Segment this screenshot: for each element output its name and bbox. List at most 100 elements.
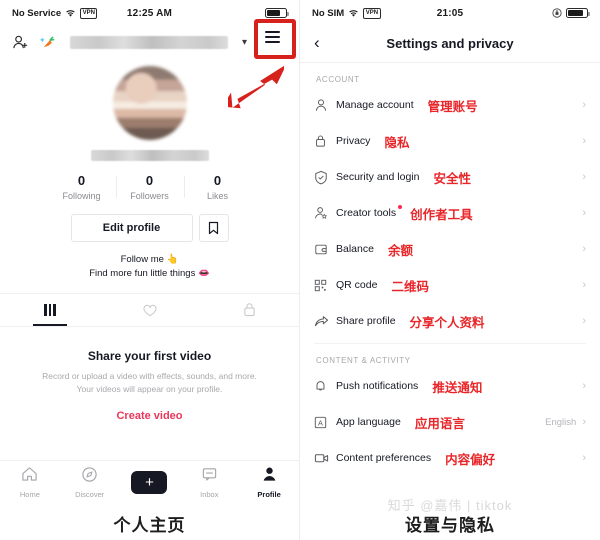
chevron-down-icon[interactable]: ▾ (242, 37, 247, 48)
status-right-group (552, 7, 590, 19)
row-label-en: Creator tools (336, 205, 403, 219)
settings-row-share-profile[interactable]: Share profile 分享个人资料 › (300, 303, 600, 339)
rotation-lock-icon (552, 8, 562, 18)
stat-label: Followers (130, 191, 169, 201)
settings-row-creator-tools[interactable]: Creator tools 创作者工具 › (300, 195, 600, 231)
profile-actions: Edit profile (0, 214, 299, 242)
add-person-icon[interactable] (12, 34, 29, 51)
settings-row-security-and-login[interactable]: Security and login 安全性 › (300, 159, 600, 195)
page-title: Settings and privacy (386, 35, 514, 51)
annotation-arrow (228, 64, 284, 109)
row-label-text: Creator tools (336, 207, 397, 219)
row-label-cn: 推送通知 (432, 380, 483, 395)
row-label-cn: 安全性 (433, 171, 471, 186)
row-label-cn: 应用语言 (414, 416, 465, 431)
tab-private[interactable] (199, 294, 299, 326)
username-redacted (70, 35, 228, 49)
stat-count: 0 (213, 173, 222, 188)
chevron-right-icon: › (582, 279, 586, 291)
stat-label: Likes (206, 191, 228, 201)
video-camera-icon (314, 452, 336, 464)
row-label-en: Balance (336, 243, 374, 255)
edit-profile-button[interactable]: Edit profile (70, 214, 193, 242)
hamburger-menu-button[interactable] (265, 31, 280, 43)
row-label-cn: 隐私 (384, 135, 410, 150)
nav-label: Inbox (200, 489, 219, 499)
bottom-navigation: Home Discover + Inbox Profile (0, 460, 299, 504)
empty-description: Record or upload a video with effects, s… (42, 370, 257, 394)
section-label-account: ACCOUNT (316, 75, 360, 84)
back-button[interactable]: ‹ (314, 33, 320, 53)
lock-icon (243, 303, 255, 317)
stat-count: 0 (145, 173, 154, 188)
bio-line-2: Find more fun little things 👄 (89, 267, 210, 279)
row-label-en: Privacy (336, 135, 371, 147)
wallet-icon (314, 243, 336, 256)
qr-code-icon (314, 279, 336, 292)
nav-profile[interactable]: Profile (239, 466, 299, 499)
stat-label: Following (62, 191, 101, 201)
comparison-stage: No Service VPN 12:25 AM ▾ 0 Following 0 … (0, 0, 600, 540)
carrot-icon[interactable] (39, 34, 56, 51)
chevron-right-icon: › (582, 207, 586, 219)
stat-likes[interactable]: 0 Likes (183, 173, 252, 201)
nav-create[interactable]: + (120, 471, 180, 494)
stat-count: 0 (77, 173, 86, 188)
tab-liked[interactable] (100, 294, 200, 326)
bookmark-icon (208, 221, 219, 235)
settings-row-qr-code[interactable]: QR code 二维码 › (300, 267, 600, 303)
row-label-en: Share profile (336, 315, 396, 327)
tab-videos[interactable] (0, 294, 100, 326)
language-a-icon: A (314, 416, 336, 429)
shield-check-icon (314, 170, 336, 185)
row-label-cn: 内容偏好 (445, 452, 496, 467)
avatar[interactable] (112, 66, 187, 140)
person-icon (314, 98, 336, 112)
person-filled-icon (263, 467, 275, 481)
bookmark-button[interactable] (198, 214, 229, 242)
row-label-cn: 创作者工具 (410, 207, 473, 222)
settings-row-content-preferences[interactable]: Content preferences 内容偏好 › (300, 440, 600, 476)
right-caption: 设置与隐私 (405, 516, 495, 535)
empty-state: Share your first video Record or upload … (0, 327, 299, 422)
bell-icon (314, 379, 336, 393)
status-right-group (265, 7, 289, 19)
settings-row-balance[interactable]: Balance 余额 › (300, 231, 600, 267)
row-label-cn: 管理账号 (427, 99, 478, 114)
left-caption: 个人主页 (113, 516, 186, 535)
handle-redacted (90, 150, 209, 161)
stat-followers[interactable]: 0 Followers (115, 173, 184, 201)
row-label-cn: 二维码 (391, 279, 429, 294)
chevron-right-icon: › (582, 452, 586, 464)
grid-bars-icon (44, 303, 56, 316)
battery-icon (566, 7, 590, 19)
row-label-en: Content preferences (336, 452, 432, 464)
settings-row-privacy[interactable]: Privacy 隐私 › (300, 123, 600, 159)
nav-inbox[interactable]: Inbox (179, 466, 239, 499)
nav-discover[interactable]: Discover (60, 466, 120, 500)
compass-icon (82, 467, 97, 482)
settings-row-push-notifications[interactable]: Push notifications 推送通知 › (300, 368, 600, 404)
stat-following[interactable]: 0 Following (48, 173, 116, 201)
row-label-cn: 余额 (387, 243, 413, 258)
lock-icon (314, 134, 336, 148)
settings-screen: No SIM VPN 21:05 ‹ Settings and privacy … (300, 0, 600, 540)
person-star-icon (314, 206, 336, 220)
profile-tabs (0, 292, 299, 327)
share-arrow-icon (314, 315, 336, 328)
create-video-link[interactable]: Create video (34, 410, 265, 422)
row-label-en: Push notifications (336, 380, 419, 392)
settings-row-manage-account[interactable]: Manage account 管理账号 › (300, 87, 600, 123)
row-value: English (545, 416, 577, 428)
row-label-en: Security and login (336, 171, 420, 183)
empty-title: Share your first video (87, 348, 212, 363)
settings-row-app-language[interactable]: A App language 应用语言 English › (300, 404, 600, 440)
notification-dot-badge (398, 205, 403, 209)
nav-label: Discover (75, 490, 105, 500)
chevron-right-icon: › (582, 416, 586, 428)
chevron-right-icon: › (582, 99, 586, 111)
nav-home[interactable]: Home (0, 466, 60, 499)
profile-stats: 0 Following 0 Followers 0 Likes (0, 173, 299, 201)
row-label-en: App language (336, 416, 401, 428)
home-icon (22, 467, 38, 481)
